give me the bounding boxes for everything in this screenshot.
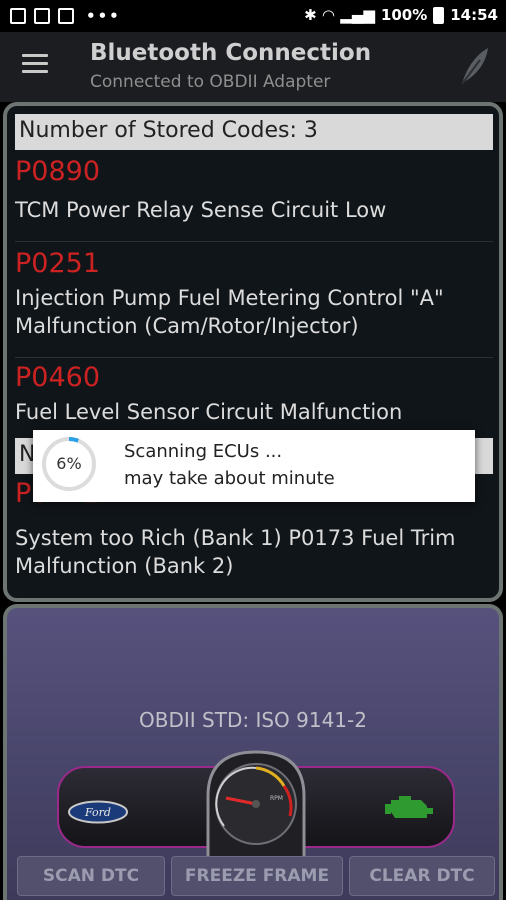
dialog-message: Scanning ECUs ...	[124, 441, 283, 462]
clear-dtc-button[interactable]: CLEAR DTC	[349, 856, 495, 896]
dtc-description: Injection Pump Fuel Metering Control "A"…	[15, 286, 444, 338]
dtc-code: P0460	[15, 362, 100, 393]
list-item[interactable]: P0251 Injection Pump Fuel Metering Contr…	[15, 244, 493, 358]
page-title: Bluetooth Connection	[90, 40, 372, 66]
ford-logo-icon: Ford	[68, 800, 128, 824]
dtc-code: P0890	[15, 156, 100, 187]
bluetooth-icon: ✱	[304, 6, 317, 24]
clock: 14:54	[450, 6, 498, 24]
check-engine-icon	[385, 796, 433, 818]
gauge-label: RPM	[270, 795, 283, 802]
freeze-frame-button[interactable]: FREEZE FRAME	[171, 856, 343, 896]
signal-icon: ▂▄▆	[340, 6, 375, 24]
progress-percent: 6%	[56, 454, 82, 473]
dialog-submessage: may take about minute	[124, 468, 335, 489]
dtc-description: System too Rich (Bank 1) P0173 Fuel Trim…	[15, 526, 456, 578]
connection-status: Connected to OBDII Adapter	[90, 72, 331, 92]
dtc-description: TCM Power Relay Sense Circuit Low	[15, 198, 387, 222]
system-icons: ✱ ◠ ▂▄▆ 100% 14:54	[304, 6, 498, 24]
battery-percent: 100%	[380, 6, 428, 24]
protocol-label: OBDII STD: ISO 9141-2	[139, 708, 367, 732]
wifi-icon: ◠	[322, 6, 335, 24]
trouble-codes-panel[interactable]: Number of Stored Codes: 3 P0890 TCM Powe…	[3, 102, 503, 602]
flipboard-icon	[34, 8, 50, 24]
rpm-gauge-icon: RPM	[206, 750, 306, 860]
scanning-dialog: 6% Scanning ECUs ... may take about minu…	[33, 430, 475, 502]
scan-dtc-button[interactable]: SCAN DTC	[17, 856, 165, 896]
dashboard-panel: OBDII STD: ISO 9141-2 Ford RPM SCAN DTC …	[3, 604, 503, 900]
battery-icon	[433, 6, 445, 24]
status-bar: ••• ✱ ◠ ▂▄▆ 100% 14:54	[0, 0, 506, 32]
app-bar: Bluetooth Connection Connected to OBDII …	[0, 32, 506, 102]
hamburger-menu-icon[interactable]	[22, 54, 48, 74]
list-item[interactable]: P0460 Fuel Level Sensor Circuit Malfunct…	[15, 360, 493, 436]
notification-icons: •••	[10, 7, 121, 25]
stored-codes-header: Number of Stored Codes: 3	[15, 114, 493, 150]
feather-icon[interactable]	[458, 44, 492, 88]
ford-logo-text: Ford	[84, 806, 111, 819]
dtc-code: P0251	[15, 248, 100, 279]
more-notifications-icon: •••	[86, 7, 121, 25]
photo-icon	[58, 8, 74, 24]
notification-icon	[10, 8, 26, 24]
dtc-description: Fuel Level Sensor Circuit Malfunction	[15, 400, 403, 424]
list-item[interactable]: P0890 TCM Power Relay Sense Circuit Low	[15, 156, 493, 242]
